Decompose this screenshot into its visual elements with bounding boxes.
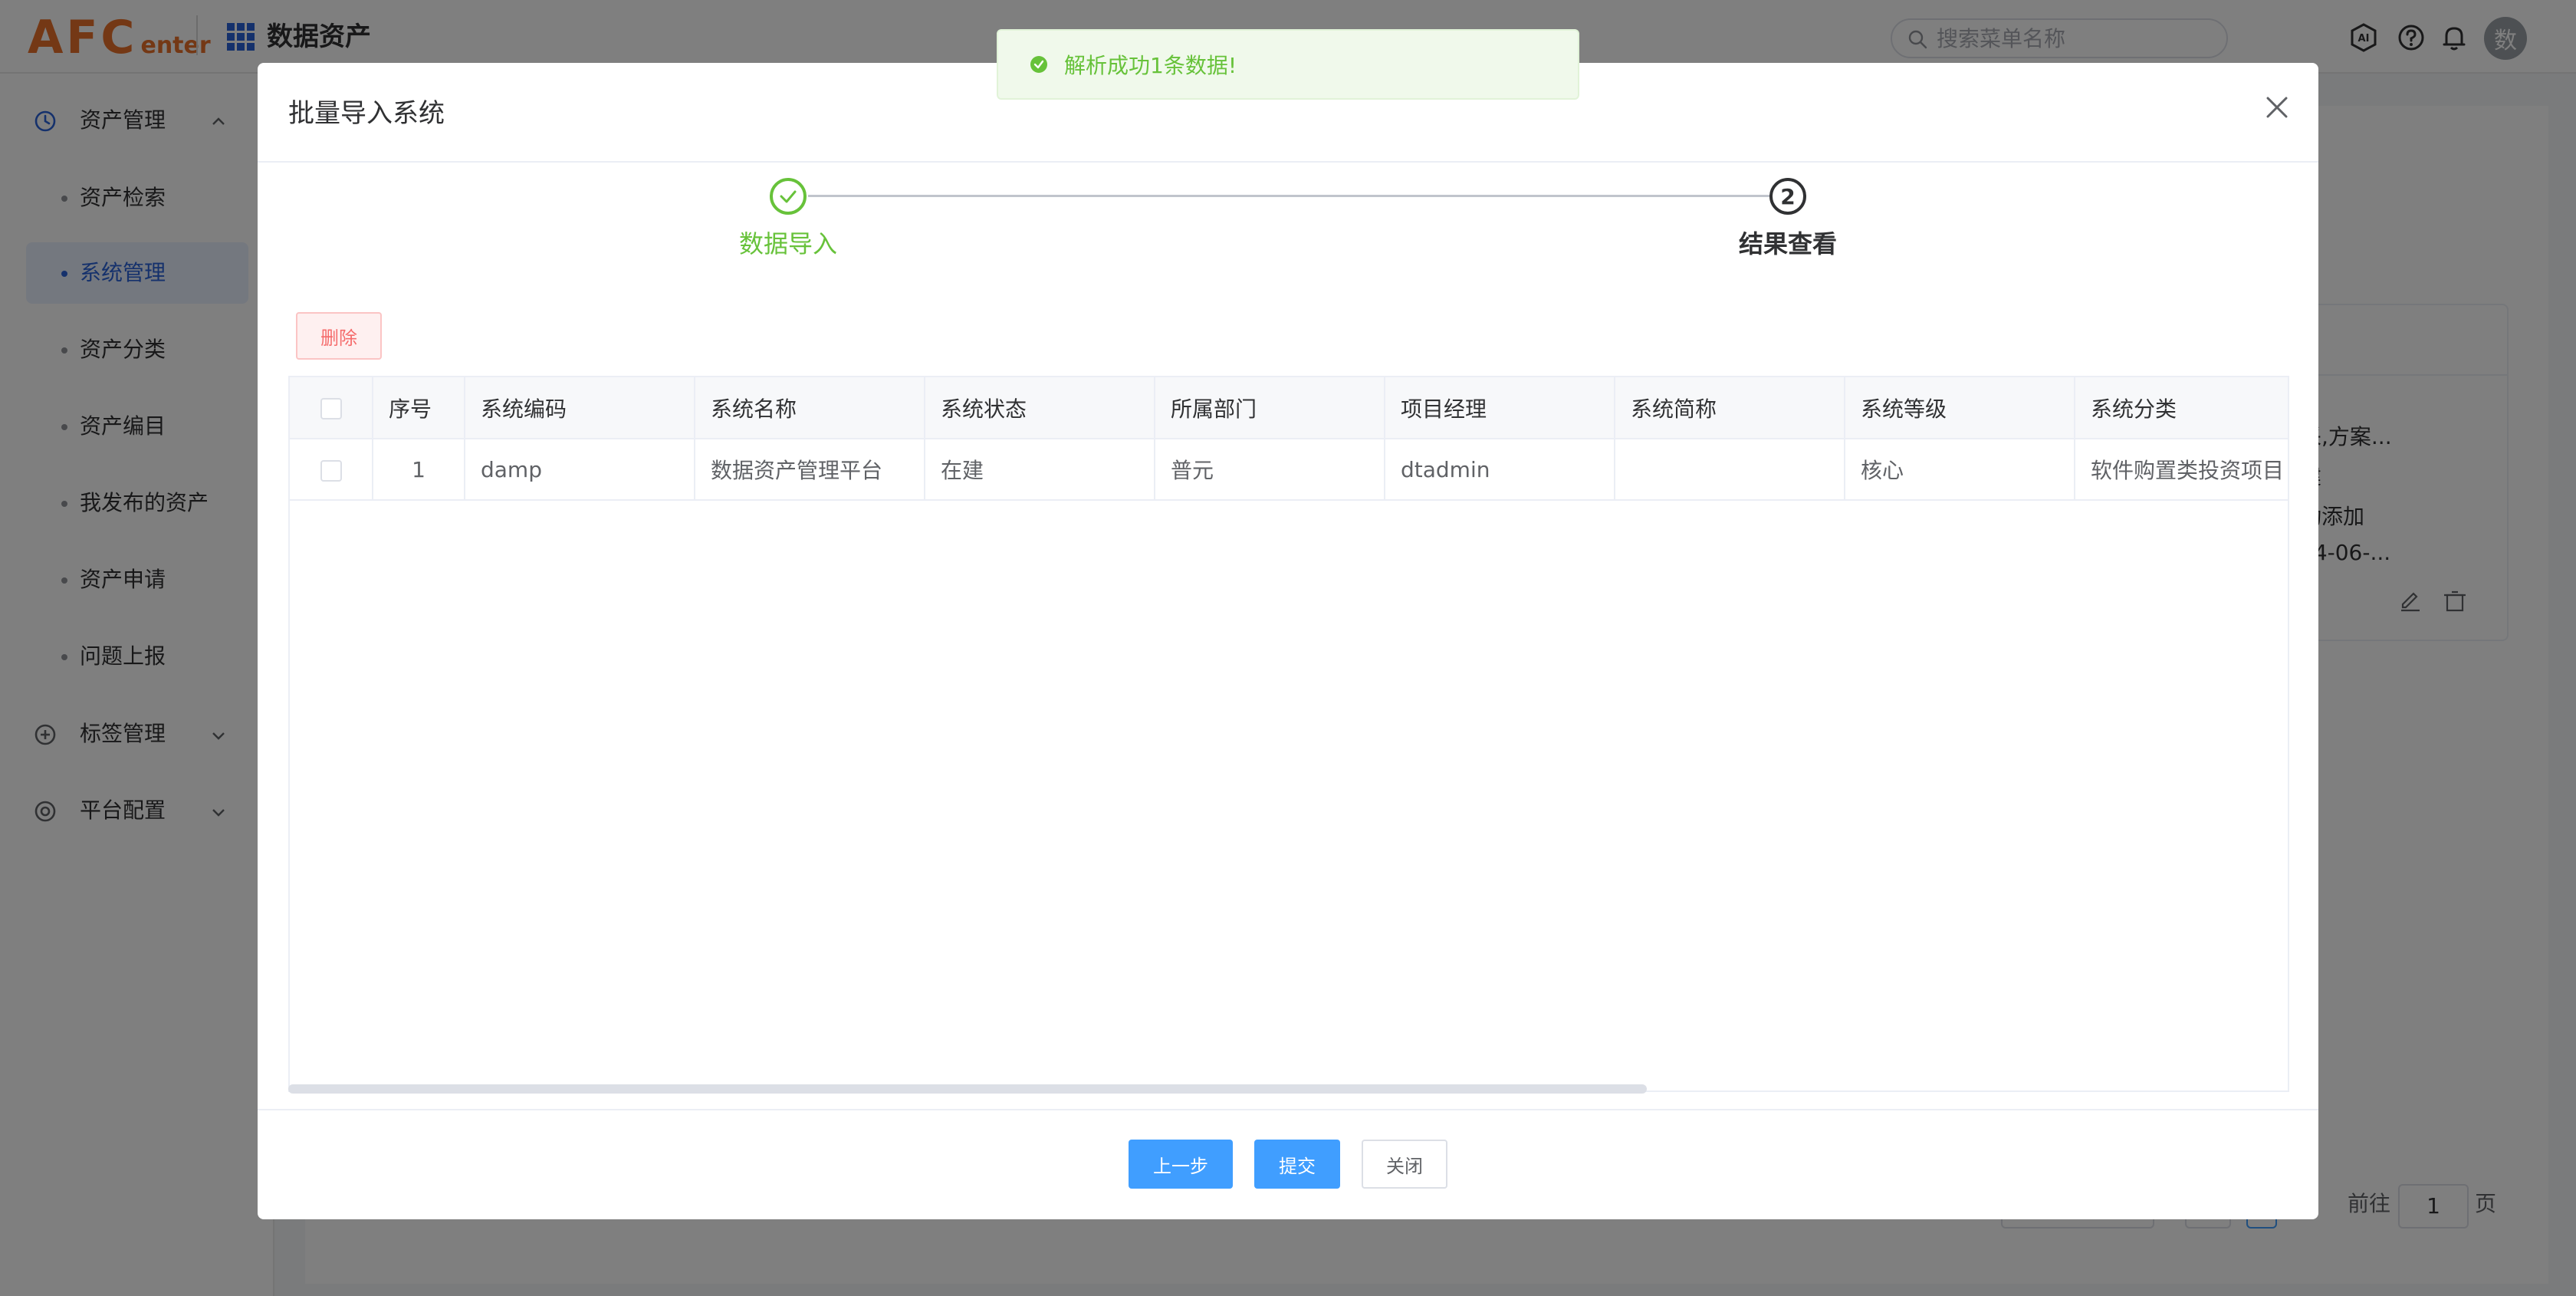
table-horizontal-scrollbar[interactable] [288,1084,2289,1094]
column-header: 系统状态 [925,377,1155,439]
row-checkbox[interactable] [320,459,342,482]
select-all-cell[interactable] [290,377,373,439]
column-header: 系统名称 [695,377,925,439]
delete-button[interactable]: 删除 [296,312,382,360]
column-header: 项目经理 [1385,377,1615,439]
app-root: AFC enter 数据资产 AI 数 [0,0,2576,1296]
steps-connector [808,195,1780,197]
close-icon[interactable] [2262,92,2292,123]
column-header: 所属部门 [1155,377,1385,439]
table-cell: 1 [373,439,465,501]
success-toast: 解析成功1条数据! [997,29,1579,100]
close-button[interactable]: 关闭 [1362,1140,1447,1189]
table-cell: damp [465,439,695,501]
table-header-row: 序号 系统编码 系统名称 系统状态 所属部门 项目经理 系统简称 系统等级 系统… [290,377,2288,439]
import-table: 序号 系统编码 系统名称 系统状态 所属部门 项目经理 系统简称 系统等级 系统… [288,376,2289,1092]
step-1-status [770,178,807,215]
select-all-checkbox[interactable] [320,398,342,419]
row-select-cell[interactable] [290,439,373,501]
table-cell: 在建 [925,439,1155,501]
batch-import-dialog: 批量导入系统 2 数据导入 结果查看 删除 序号 系统编码 系统名称 系统状态 … [258,63,2318,1219]
table-row[interactable]: 1 damp 数据资产管理平台 在建 普元 dtadmin 核心 软件购置类投资… [290,439,2288,501]
column-header: 系统编码 [465,377,695,439]
check-icon [780,190,797,203]
table-cell [1615,439,1845,501]
success-check-icon [1030,56,1047,73]
column-header: 系统分类 [2075,377,2288,439]
step-1-label: 数据导入 [739,229,838,258]
table-cell: 普元 [1155,439,1385,501]
column-header: 系统简称 [1615,377,1845,439]
toast-message: 解析成功1条数据! [1064,53,1237,78]
dialog-title: 批量导入系统 [288,98,445,129]
step-2-label: 结果查看 [1739,229,1838,258]
table-cell: dtadmin [1385,439,1615,501]
table-cell: 软件购置类投资项目 [2075,439,2288,501]
submit-button[interactable]: 提交 [1254,1140,1340,1189]
column-header: 系统等级 [1845,377,2075,439]
table-cell: 核心 [1845,439,2075,501]
step-2-number: 2 [1769,178,1806,215]
scrollbar-thumb[interactable] [288,1084,1647,1094]
table-cell: 数据资产管理平台 [695,439,925,501]
column-header: 序号 [373,377,465,439]
previous-step-button[interactable]: 上一步 [1129,1140,1233,1189]
